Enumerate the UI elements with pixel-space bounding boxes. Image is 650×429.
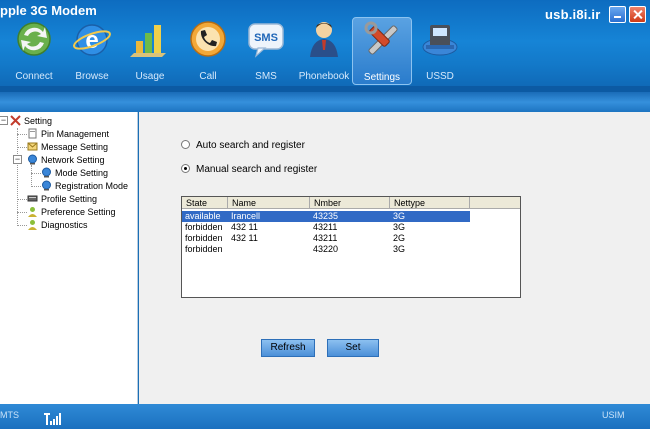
cell-nettype: 2G [393, 233, 406, 243]
column-header-filler [470, 197, 520, 209]
tree-connector [17, 225, 27, 226]
cell-state: available [185, 211, 221, 221]
column-header-name[interactable]: Name [228, 197, 310, 209]
registration-mode-panel: Auto search and register Manual search a… [139, 112, 650, 404]
tree-collapse-toggle[interactable]: − [13, 155, 22, 164]
column-header-state[interactable]: State [182, 197, 228, 209]
header-divider [0, 92, 650, 112]
tree-connector [31, 173, 41, 174]
tree-connector [17, 147, 27, 148]
site-label: usb.i8i.ir [545, 7, 601, 22]
manual-search-label: Manual search and register [196, 164, 318, 175]
tree-item-preference-setting[interactable]: Preference Setting [27, 206, 116, 219]
globe-icon [28, 154, 37, 165]
cell-nettype: 3G [393, 211, 406, 221]
tree-item-message-setting[interactable]: Message Setting [27, 141, 108, 154]
svg-text:SMS: SMS [254, 32, 278, 44]
settings-tree: − Setting Pin Management Message Setting… [0, 112, 138, 404]
toolbar-label: USSD [426, 71, 454, 82]
tree-item-label: Pin Management [41, 129, 110, 139]
phone-icon [190, 21, 226, 57]
tree-item-setting[interactable]: Setting [10, 115, 52, 128]
tree-item-label: Registration Mode [55, 181, 129, 191]
document-icon [28, 128, 37, 139]
signal-strength-icon [44, 413, 61, 425]
profile-icon [27, 195, 38, 202]
toolbar: pple 3G Modem usb.i8i.ir Connect e Brows… [0, 0, 650, 92]
tree-item-label: Mode Setting [55, 168, 109, 178]
user-icon [28, 207, 37, 218]
contact-icon [310, 22, 338, 57]
tree-item-network-setting[interactable]: Network Setting [27, 154, 105, 167]
cell-name: Irancell [231, 211, 261, 221]
user-icon [28, 220, 37, 231]
cell-state: forbidden [185, 233, 223, 243]
chart-icon [130, 25, 166, 57]
tree-connector [31, 186, 41, 187]
cell-number: 43211 [313, 233, 338, 243]
svg-text:e: e [85, 27, 98, 54]
table-row[interactable]: forbidden 43220 3G [182, 244, 470, 255]
cell-number: 43211 [313, 222, 338, 232]
tree-collapse-toggle[interactable]: − [0, 116, 8, 125]
app-title: pple 3G Modem [0, 3, 97, 18]
tree-item-label: Profile Setting [41, 194, 98, 204]
minimize-button[interactable] [609, 6, 626, 23]
tree-item-registration-mode[interactable]: Registration Mode [41, 180, 128, 193]
cell-state: forbidden [185, 222, 223, 232]
close-button[interactable] [629, 6, 646, 23]
tree-item-label: Preference Setting [41, 207, 116, 217]
tools-icon [364, 21, 398, 55]
modem-app-window: pple 3G Modem usb.i8i.ir Connect e Brows… [0, 0, 650, 429]
cell-number: 43235 [313, 211, 339, 221]
radio-indicator[interactable] [181, 163, 190, 173]
cell-nettype: 3G [393, 222, 406, 232]
tree-connector [17, 134, 27, 135]
table-row[interactable]: forbidden 432 11 43211 3G [182, 222, 470, 233]
column-header-number[interactable]: Nmber [310, 197, 390, 209]
network-operator-status: MTS [0, 410, 19, 420]
table-row[interactable]: forbidden 432 11 43211 2G [182, 233, 470, 244]
tree-item-label: Setting [24, 116, 53, 126]
tree-connector [31, 165, 32, 187]
table-row[interactable]: available Irancell 43235 3G [182, 211, 470, 222]
radio-indicator[interactable] [181, 139, 190, 149]
browser-icon: e [73, 24, 111, 56]
ussd-icon [422, 25, 458, 56]
tree-connector [17, 199, 27, 200]
cell-name: 432 11 [231, 233, 258, 243]
network-list-table[interactable]: State Name Nmber Nettype available Iranc… [181, 196, 521, 298]
tree-item-profile-setting[interactable]: Profile Setting [27, 193, 97, 206]
cell-nettype: 3G [393, 244, 406, 254]
sim-status: USIM [602, 410, 625, 420]
refresh-button[interactable]: Refresh [261, 339, 315, 357]
tree-item-label: Diagnostics [41, 220, 88, 230]
cell-name: 432 11 [231, 222, 258, 232]
tree-item-mode-setting[interactable]: Mode Setting [41, 167, 108, 180]
manual-search-radio[interactable]: Manual search and register [181, 163, 318, 175]
globe-icon [42, 180, 51, 191]
connect-icon [17, 22, 51, 56]
tools-icon [10, 115, 21, 126]
tree-item-pin-management[interactable]: Pin Management [27, 128, 109, 141]
set-button[interactable]: Set [327, 339, 379, 357]
tree-connector [17, 212, 27, 213]
auto-search-radio[interactable]: Auto search and register [181, 139, 305, 151]
sms-icon: SMS [248, 23, 284, 58]
tree-item-label: Network Setting [41, 155, 105, 165]
envelope-icon [27, 142, 38, 151]
column-header-nettype[interactable]: Nettype [390, 197, 470, 209]
tree-item-diagnostics[interactable]: Diagnostics [27, 219, 88, 232]
auto-search-label: Auto search and register [196, 140, 305, 151]
cell-state: forbidden [185, 244, 223, 254]
table-header: State Name Nmber Nettype [182, 197, 520, 209]
cell-number: 43220 [313, 244, 339, 254]
globe-icon [42, 167, 51, 178]
status-bar: MTS USIM [0, 404, 650, 429]
toolbar-ussd-button[interactable]: USSD [410, 17, 470, 85]
tree-item-label: Message Setting [41, 142, 109, 152]
